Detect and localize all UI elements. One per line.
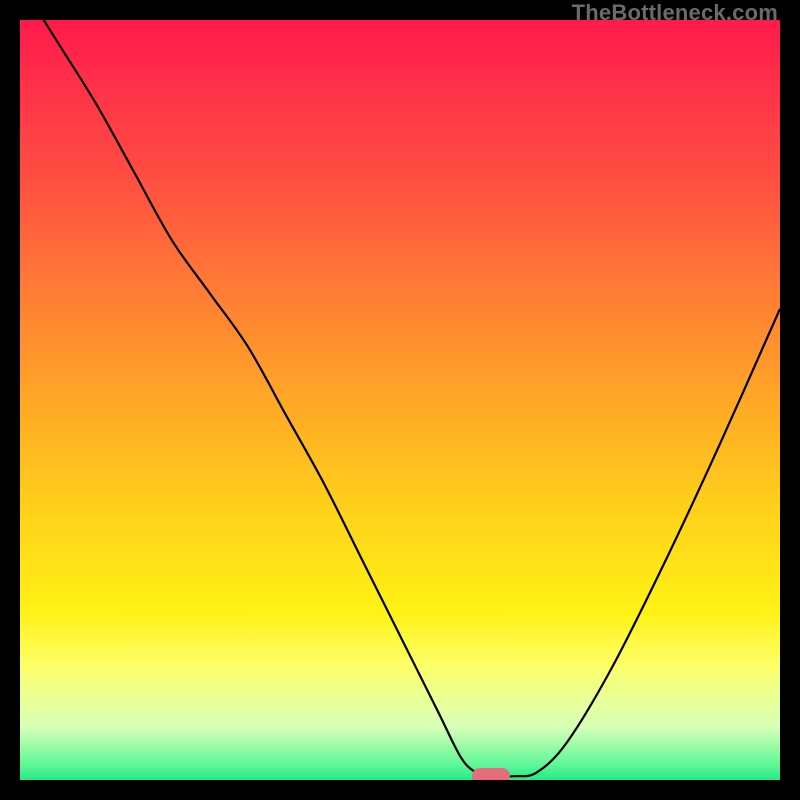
watermark-label: TheBottleneck.com — [572, 0, 778, 26]
plot-area — [20, 20, 780, 780]
chart-frame: TheBottleneck.com — [0, 0, 800, 800]
optimal-marker — [472, 768, 510, 780]
gradient-background — [20, 20, 780, 780]
